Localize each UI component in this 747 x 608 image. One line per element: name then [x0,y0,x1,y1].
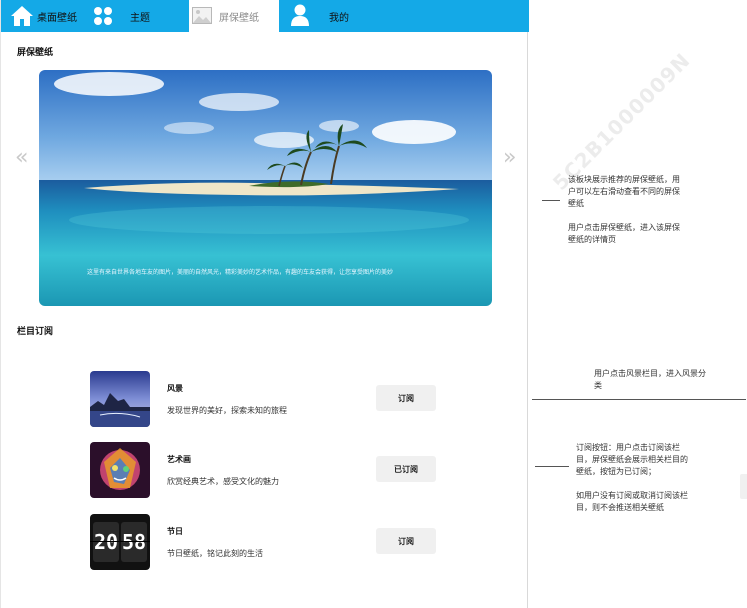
banner-caption: 这里有来自世界各地车友的图片，美丽的自然风光，精彩美妙的艺术作品，有趣的车友会获… [87,269,394,276]
flip-clock-hours: 20 [93,522,119,562]
watermark: 5C2B1000009N [548,47,696,195]
home-icon [10,5,34,31]
item-description: 节日壁纸，铭记此刻的生活 [167,549,263,558]
nav-item-mine[interactable]: 我的 [279,0,379,32]
banner-note-line: 用户点击屏保壁纸，进入该屏保壁纸的详情页 [568,223,680,244]
subscribe-note: 订阅按钮：用户点击订阅该栏目，屏保壁纸会展示相关栏目的壁纸，按钮为已订阅； 如用… [576,442,692,526]
category-note: 用户点击风景栏目，进入风景分类 [594,369,706,390]
category-note-leader [532,399,746,400]
subscription-section-title: 栏目订阅 [17,327,54,337]
scroll-handle[interactable] [740,474,747,499]
banner-note-leader [542,200,560,201]
art-thumbnail [90,442,150,498]
nav-label: 主题 [130,13,150,24]
flip-clock-divider [90,541,150,542]
landscape-thumbnail [90,371,150,427]
flip-clock-minutes: 58 [121,522,147,562]
nav-item-screensaver[interactable]: 屏保壁纸 [189,0,279,32]
item-name: 节日 [167,527,183,536]
subscribe-button[interactable]: 订阅 [376,385,436,411]
item-name: 艺术画 [167,455,191,464]
nav-item-desktop-wallpaper[interactable]: 桌面壁纸 [1,0,93,32]
image-icon [192,7,212,28]
nav-label: 桌面壁纸 [37,13,77,24]
nav-label: 我的 [329,13,349,24]
chevron-right-icon[interactable]: » [503,145,516,170]
nav-item-themes[interactable]: 主题 [93,0,189,32]
screensaver-banner[interactable]: 这里有来自世界各地车友的图片，美丽的自然风光，精彩美妙的艺术作品，有趣的车友会获… [39,70,492,306]
chevron-left-icon[interactable]: « [15,145,28,170]
item-description: 欣赏经典艺术，感受文化的魅力 [167,477,279,486]
subscribe-button[interactable]: 订阅 [376,528,436,554]
item-description: 发现世界的美好，探索未知的旅程 [167,406,287,415]
top-nav-bar: 桌面壁纸 主题 屏保壁纸 我的 [1,0,529,32]
list-item-holiday[interactable]: 20 58 节日 节日壁纸，铭记此刻的生活 订阅 [90,514,450,570]
banner-note: 该板块展示推荐的屏保壁纸，用户可以左右滑动查看不同的屏保壁纸 用户点击屏保壁纸，… [568,174,684,258]
screensaver-section-title: 屏保壁纸 [17,48,54,58]
grid-icon [93,6,113,30]
item-name: 风景 [167,384,183,393]
user-icon [291,4,309,30]
app-panel: 桌面壁纸 主题 屏保壁纸 我的 屏保壁纸 « 这里有来自世界各地车友的图片，美丽… [0,0,529,608]
subscribed-button[interactable]: 已订阅 [376,456,436,482]
subscribe-note-line: 订阅按钮：用户点击订阅该栏目，屏保壁纸会展示相关栏目的壁纸，按钮为已订阅； [576,443,688,476]
list-item-landscape[interactable]: 风景 发现世界的美好，探索未知的旅程 订阅 [90,371,450,427]
subscribe-note-line: 如用户没有订阅或取消订阅该栏目，则不会推送相关壁纸 [576,491,688,512]
holiday-thumbnail: 20 58 [90,514,150,570]
nav-label: 屏保壁纸 [219,13,259,24]
banner-note-line: 该板块展示推荐的屏保壁纸，用户可以左右滑动查看不同的屏保壁纸 [568,175,680,208]
list-item-art[interactable]: 艺术画 欣赏经典艺术，感受文化的魅力 已订阅 [90,442,450,498]
subscribe-note-leader [535,466,569,467]
